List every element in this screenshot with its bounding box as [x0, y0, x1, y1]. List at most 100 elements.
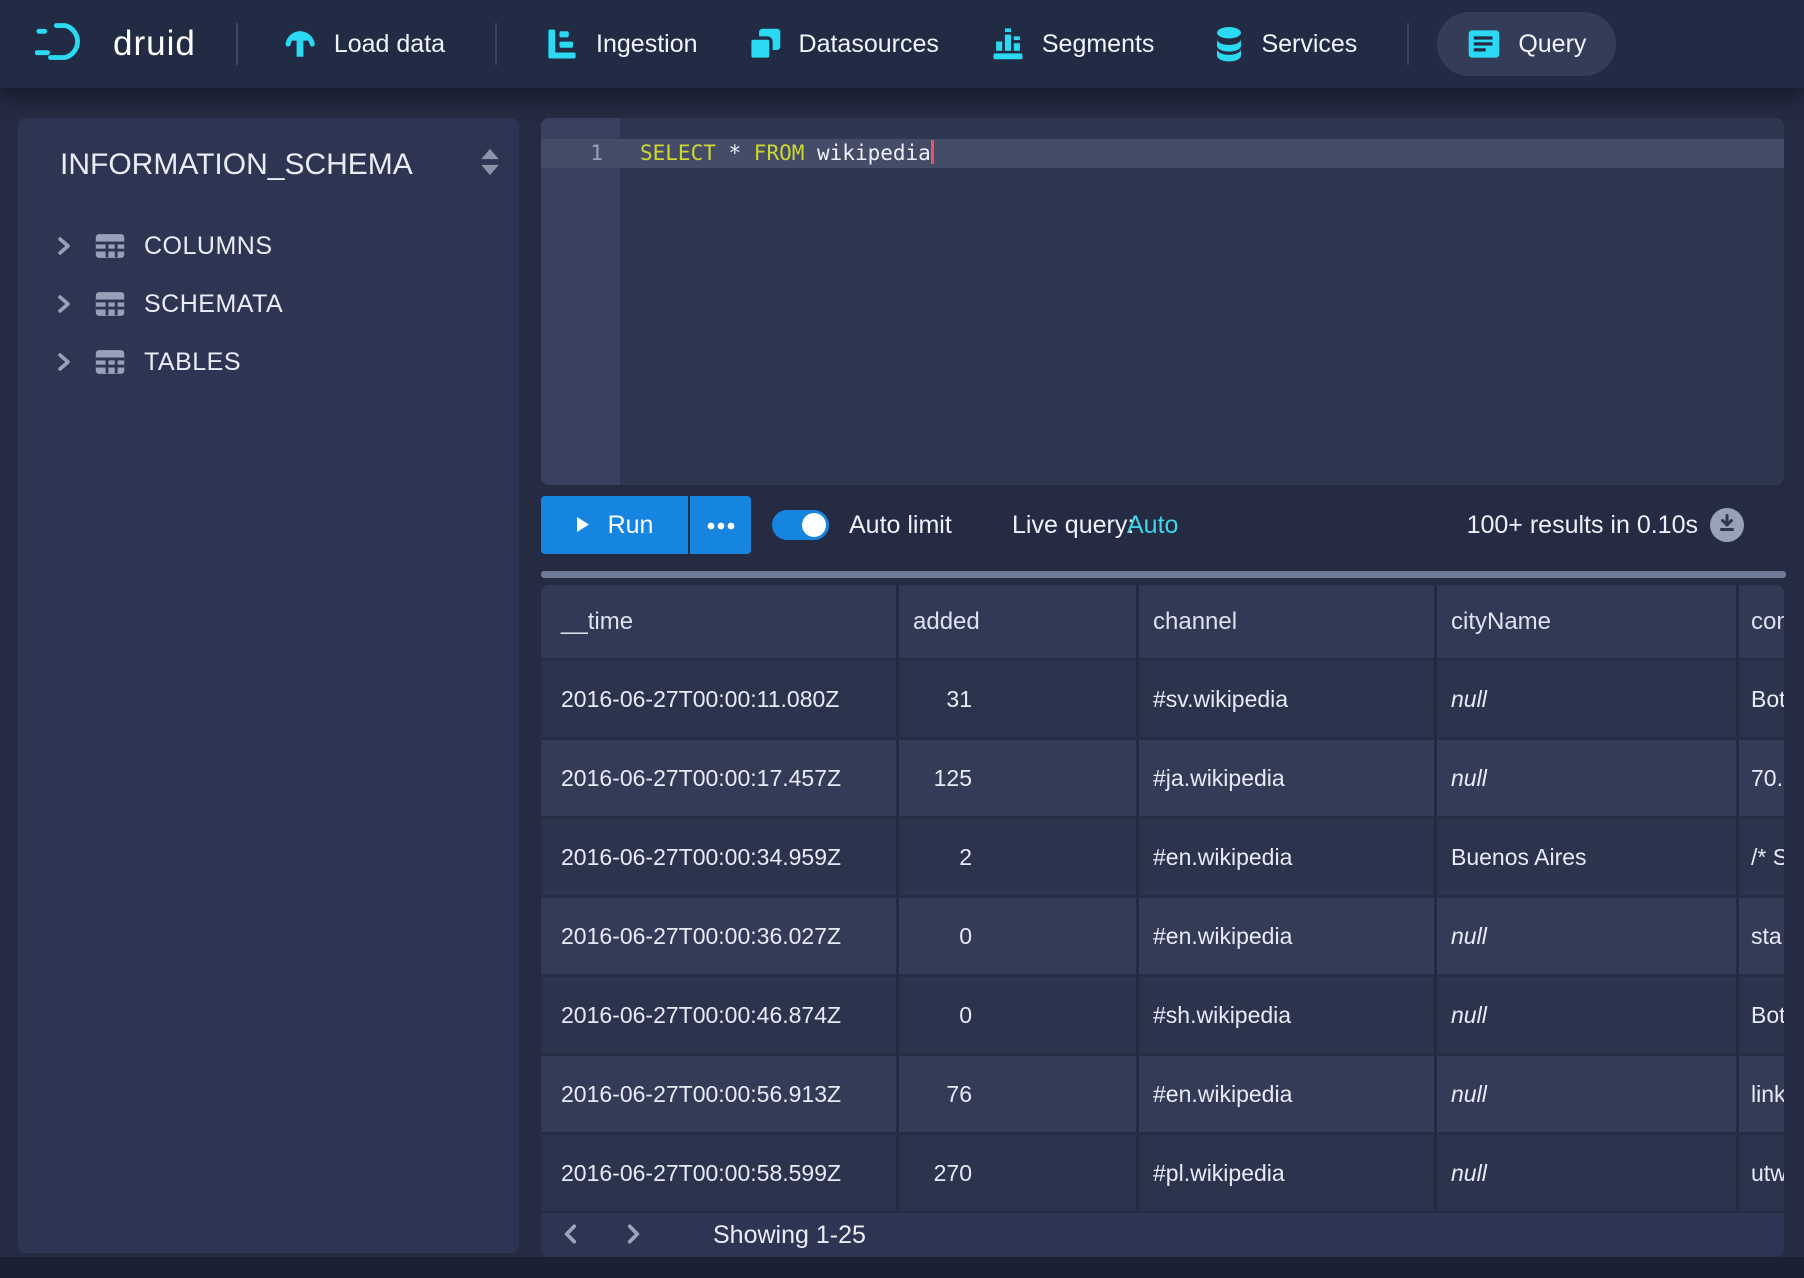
- nav-item-ingestion[interactable]: Ingestion: [545, 27, 697, 61]
- cell-time[interactable]: 2016-06-27T00:00:46.874Z: [541, 977, 899, 1056]
- splitter-handle[interactable]: [541, 571, 1786, 578]
- column-header-channel[interactable]: channel: [1139, 585, 1437, 661]
- cell-time[interactable]: 2016-06-27T00:00:17.457Z: [541, 740, 899, 819]
- cell-comment[interactable]: /* S: [1739, 819, 1784, 898]
- sidebar-item-label: SCHEMATA: [144, 290, 283, 319]
- cell-comment[interactable]: Bot: [1739, 977, 1784, 1056]
- table-row: 2016-06-27T00:00:56.913Z 76 #en.wikipedi…: [541, 1056, 1784, 1135]
- sql-editor[interactable]: 1 SELECT * FROM wikipedia: [541, 118, 1784, 485]
- next-page-button[interactable]: [613, 1215, 653, 1255]
- live-query-label: Live query:: [1012, 496, 1134, 554]
- cell-added[interactable]: 31: [899, 661, 1139, 740]
- datasources-icon: [748, 27, 782, 61]
- table-row: 2016-06-27T00:00:11.080Z 31 #sv.wikipedi…: [541, 661, 1784, 740]
- sidebar-item-label: COLUMNS: [144, 232, 273, 261]
- table-row: 2016-06-27T00:00:46.874Z 0 #sh.wikipedia…: [541, 977, 1784, 1056]
- cell-channel[interactable]: #ja.wikipedia: [1139, 740, 1437, 819]
- cell-cityname[interactable]: null: [1437, 740, 1739, 819]
- chevron-right-icon: [54, 235, 74, 257]
- sql-code-line: SELECT * FROM wikipedia: [640, 139, 934, 168]
- nav-separator: [1407, 23, 1409, 65]
- chevron-right-icon: [622, 1222, 644, 1249]
- nav-item-label: Ingestion: [596, 30, 697, 59]
- cell-channel[interactable]: #sh.wikipedia: [1139, 977, 1437, 1056]
- cell-comment[interactable]: sta: [1739, 898, 1784, 977]
- more-options-button[interactable]: [690, 496, 751, 554]
- cell-cityname[interactable]: null: [1437, 1135, 1739, 1211]
- sidebar-item-columns[interactable]: COLUMNS: [18, 217, 519, 275]
- live-query-value[interactable]: Auto: [1127, 496, 1178, 554]
- cell-cityname[interactable]: null: [1437, 1056, 1739, 1135]
- column-header-time[interactable]: __time: [541, 585, 899, 661]
- cell-added[interactable]: 125: [899, 740, 1139, 819]
- showing-label: Showing 1-25: [713, 1221, 866, 1250]
- nav-item-label: Services: [1261, 30, 1357, 59]
- schema-selector: INFORMATION_SCHEMA: [18, 118, 519, 183]
- cell-comment[interactable]: 70.: [1739, 740, 1784, 819]
- cell-added[interactable]: 76: [899, 1056, 1139, 1135]
- download-icon: [1717, 513, 1737, 538]
- brand-logo[interactable]: druid: [35, 18, 196, 71]
- cell-comment[interactable]: link: [1739, 1056, 1784, 1135]
- table-icon: [94, 231, 126, 261]
- caret-sort-icon[interactable]: [475, 146, 505, 183]
- cell-time[interactable]: 2016-06-27T00:00:58.599Z: [541, 1135, 899, 1211]
- table-icon: [94, 289, 126, 319]
- nav-item-datasources[interactable]: Datasources: [748, 27, 939, 61]
- download-button[interactable]: [1710, 508, 1744, 542]
- text-cursor: [931, 140, 934, 164]
- cell-added[interactable]: 0: [899, 977, 1139, 1056]
- nav-item-segments[interactable]: Segments: [991, 27, 1155, 61]
- cell-channel[interactable]: #pl.wikipedia: [1139, 1135, 1437, 1211]
- druid-logo-icon: [35, 18, 97, 71]
- column-header-added[interactable]: added: [899, 585, 1139, 661]
- nav-item-query[interactable]: Query: [1437, 12, 1616, 76]
- auto-limit-toggle[interactable]: [772, 510, 829, 540]
- cell-channel[interactable]: #sv.wikipedia: [1139, 661, 1437, 740]
- cell-cityname[interactable]: Buenos Aires: [1437, 819, 1739, 898]
- nav-item-load-data[interactable]: Load data: [283, 27, 445, 61]
- nav-item-label: Load data: [334, 30, 445, 59]
- cell-time[interactable]: 2016-06-27T00:00:36.027Z: [541, 898, 899, 977]
- column-header-cityname[interactable]: cityName: [1437, 585, 1739, 661]
- cell-channel[interactable]: #en.wikipedia: [1139, 819, 1437, 898]
- cell-time[interactable]: 2016-06-27T00:00:34.959Z: [541, 819, 899, 898]
- sql-keyword-from: FROM: [754, 141, 805, 165]
- table-icon: [94, 347, 126, 377]
- sidebar-item-schemata[interactable]: SCHEMATA: [18, 275, 519, 333]
- cell-added[interactable]: 2: [899, 819, 1139, 898]
- pagination-bar: Showing 1-25: [541, 1211, 1784, 1257]
- cell-cityname[interactable]: null: [1437, 898, 1739, 977]
- sidebar-item-tables[interactable]: TABLES: [18, 333, 519, 391]
- table-header-row: __time added channel cityName comment: [541, 585, 1784, 661]
- query-icon: [1467, 27, 1501, 61]
- load-data-icon: [283, 27, 317, 61]
- more-icon: [707, 518, 735, 533]
- previous-page-button[interactable]: [551, 1215, 591, 1255]
- editor-gutter: [541, 118, 620, 485]
- cell-comment[interactable]: utw: [1739, 1135, 1784, 1211]
- cell-cityname[interactable]: null: [1437, 977, 1739, 1056]
- table-row: 2016-06-27T00:00:34.959Z 2 #en.wikipedia…: [541, 819, 1784, 898]
- sql-table-name: wikipedia: [804, 141, 930, 165]
- chevron-right-icon: [54, 293, 74, 315]
- cell-channel[interactable]: #en.wikipedia: [1139, 898, 1437, 977]
- nav-item-label: Query: [1518, 30, 1586, 59]
- cell-time[interactable]: 2016-06-27T00:00:11.080Z: [541, 661, 899, 740]
- sql-star: *: [716, 141, 754, 165]
- play-icon: [576, 511, 590, 540]
- cell-channel[interactable]: #en.wikipedia: [1139, 1056, 1437, 1135]
- run-button[interactable]: Run: [541, 496, 688, 554]
- nav-item-services[interactable]: Services: [1214, 26, 1357, 62]
- cell-comment[interactable]: Bot: [1739, 661, 1784, 740]
- cell-added[interactable]: 0: [899, 898, 1139, 977]
- table-row: 2016-06-27T00:00:58.599Z 270 #pl.wikiped…: [541, 1135, 1784, 1211]
- cell-added[interactable]: 270: [899, 1135, 1139, 1211]
- cell-cityname[interactable]: null: [1437, 661, 1739, 740]
- column-header-comment[interactable]: comment: [1739, 585, 1784, 661]
- cell-time[interactable]: 2016-06-27T00:00:56.913Z: [541, 1056, 899, 1135]
- navbar: druid Load data: [0, 0, 1804, 88]
- sql-keyword-select: SELECT: [640, 141, 716, 165]
- results-summary: 100+ results in 0.10s: [1467, 496, 1698, 554]
- schema-tree: COLUMNS SCHEMATA: [18, 217, 519, 391]
